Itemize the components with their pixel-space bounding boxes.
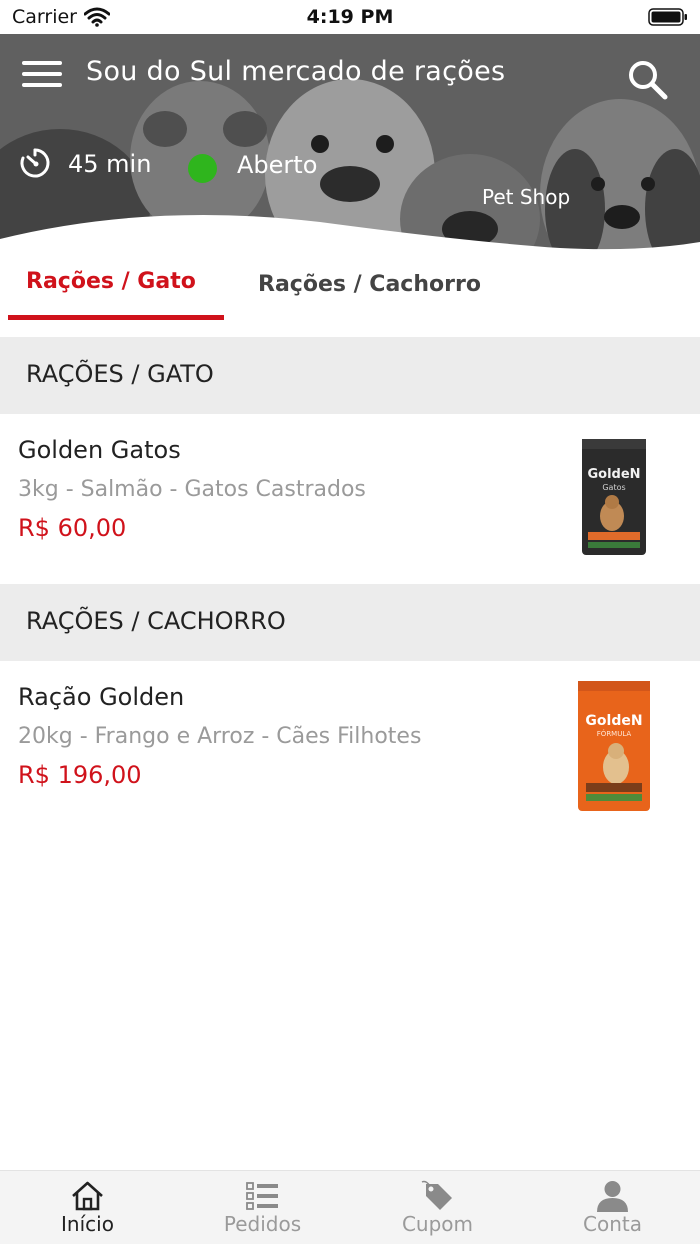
status-bar: Carrier 4:19 PM [0, 0, 700, 34]
nav-pedidos[interactable]: Pedidos [175, 1171, 350, 1244]
hamburger-line [22, 83, 62, 87]
product-item[interactable]: Golden Gatos 3kg - Salmão - Gatos Castra… [0, 414, 700, 582]
search-icon [629, 61, 668, 100]
home-icon [72, 1181, 103, 1211]
account-user-icon [597, 1181, 628, 1212]
product-price: R$ 196,00 [18, 761, 142, 789]
nav-cupom[interactable]: Cupom [350, 1171, 525, 1244]
product-price: R$ 60,00 [18, 514, 127, 542]
orders-list-icon [246, 1182, 278, 1210]
product-name: Golden Gatos [18, 436, 181, 464]
package-brand-text: GoldeN [585, 713, 642, 729]
product-description: 20kg - Frango e Arroz - Cães Filhotes [18, 724, 422, 749]
package-subtitle-text: Gatos [602, 483, 625, 492]
tab-racoes-cachorro[interactable]: Rações / Cachorro [258, 272, 481, 297]
section-title: RAÇÕES / CACHORRO [26, 607, 286, 635]
store-header: Sou do Sul mercado de rações 45 min Aber… [0, 34, 700, 259]
nav-label: Início [61, 1212, 114, 1236]
store-name: Sou do Sul mercado de rações [86, 56, 506, 87]
nav-inicio[interactable]: Início [0, 1171, 175, 1244]
product-image: GoldeN FÓRMULA [576, 679, 652, 817]
product-description: 3kg - Salmão - Gatos Castrados [18, 477, 366, 502]
menu-button[interactable] [22, 61, 62, 93]
coupon-tag-icon [421, 1180, 452, 1210]
open-status: Aberto [237, 151, 318, 179]
package-brand-text: GoldeN [587, 467, 640, 482]
nav-label: Cupom [401, 1212, 474, 1236]
bottom-navigation: Início Pedidos Cupom Conta [0, 1170, 700, 1244]
store-category: Pet Shop [482, 185, 571, 209]
product-item[interactable]: Ração Golden 20kg - Frango e Arroz - Cãe… [0, 661, 700, 829]
open-status-indicator [188, 154, 217, 183]
section-header: RAÇÕES / GATO [0, 337, 700, 414]
search-button[interactable] [626, 58, 670, 102]
timer-icon [18, 146, 52, 184]
hamburger-line [22, 61, 62, 65]
category-tabs: Rações / Gato Rações / Cachorro [0, 259, 700, 337]
package-subtitle-text: FÓRMULA [597, 729, 632, 738]
nav-label: Pedidos [223, 1212, 302, 1236]
active-tab-indicator [8, 315, 224, 320]
section-title: RAÇÕES / GATO [26, 360, 214, 388]
nav-label: Conta [583, 1212, 642, 1236]
product-image: GoldeN Gatos [580, 436, 650, 562]
battery-icon [648, 8, 688, 30]
nav-conta[interactable]: Conta [525, 1171, 700, 1244]
product-name: Ração Golden [18, 683, 185, 711]
delivery-time: 45 min [68, 150, 152, 178]
hamburger-line [22, 72, 62, 76]
section-header: RAÇÕES / CACHORRO [0, 584, 700, 661]
clock-time: 4:19 PM [306, 6, 394, 28]
tab-racoes-gato[interactable]: Rações / Gato [26, 269, 196, 294]
